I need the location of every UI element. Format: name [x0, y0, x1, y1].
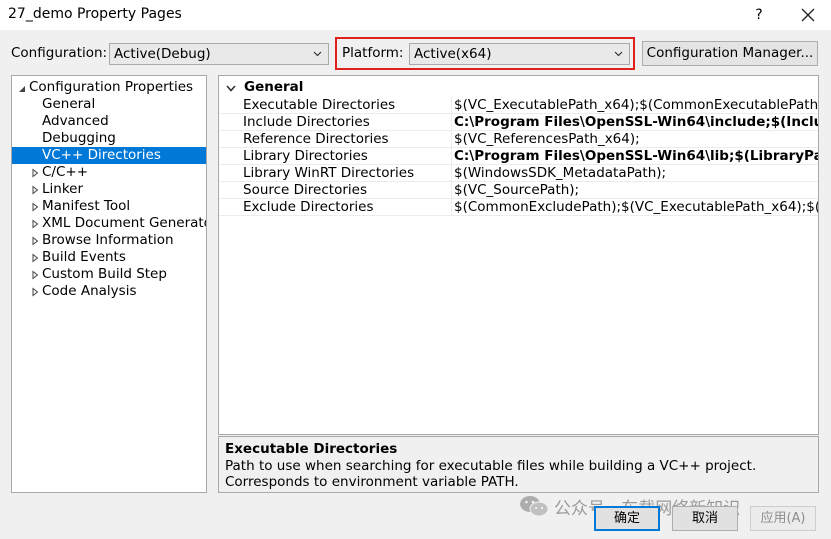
expand-triangle-icon[interactable]: [30, 168, 40, 178]
collapse-triangle-icon[interactable]: [17, 84, 27, 94]
expand-triangle-icon[interactable]: [30, 236, 40, 246]
grid-row-library-directories[interactable]: Library Directories C:\Program Files\Ope…: [219, 148, 818, 165]
chevron-down-icon: [614, 51, 623, 57]
description-panel: Executable Directories Path to use when …: [218, 436, 819, 493]
title-bar: 27_demo Property Pages ?: [0, 0, 831, 30]
tree-item-custom-build-step[interactable]: Custom Build Step: [42, 266, 167, 283]
description-title: Executable Directories: [225, 441, 398, 457]
tree-root-configuration-properties[interactable]: Configuration Properties: [29, 79, 193, 96]
platform-label: Platform:: [342, 45, 404, 61]
help-button[interactable]: ?: [748, 4, 770, 26]
tree-item-code-analysis[interactable]: Code Analysis: [42, 283, 136, 300]
tree-item-manifest-tool[interactable]: Manifest Tool: [42, 198, 130, 215]
tree-item-browse-information[interactable]: Browse Information: [42, 232, 174, 249]
platform-value: Active(x64): [414, 46, 492, 62]
tree-item-xml-document-generator[interactable]: XML Document Generator: [42, 215, 206, 232]
grid-row-executable-directories[interactable]: Executable Directories $(VC_ExecutablePa…: [219, 97, 818, 114]
grid-section-title: General: [244, 79, 304, 95]
tree-item-c-cpp[interactable]: C/C++: [42, 164, 88, 181]
tree-item-build-events[interactable]: Build Events: [42, 249, 126, 266]
grid-row-exclude-directories[interactable]: Exclude Directories $(CommonExcludePath)…: [219, 199, 818, 216]
expand-triangle-icon[interactable]: [30, 219, 40, 229]
tree-item-general[interactable]: General: [42, 96, 95, 113]
grid-row-source-directories[interactable]: Source Directories $(VC_SourcePath);: [219, 182, 818, 199]
tree-item-vc-directories-selected[interactable]: VC++ Directories: [12, 147, 206, 164]
configuration-label: Configuration:: [11, 45, 108, 61]
configuration-dropdown[interactable]: Active(Debug): [109, 43, 329, 65]
configuration-manager-button[interactable]: Configuration Manager...: [642, 41, 818, 66]
grid-row-name: Exclude Directories: [243, 199, 374, 215]
grid-row-name: Library WinRT Directories: [243, 165, 415, 181]
expand-triangle-icon[interactable]: [30, 202, 40, 212]
chevron-down-icon[interactable]: [226, 83, 236, 93]
expand-triangle-icon[interactable]: [30, 185, 40, 195]
chevron-down-icon: [313, 51, 322, 57]
cancel-button[interactable]: 取消: [672, 506, 738, 531]
grid-row-name: Include Directories: [243, 114, 370, 130]
close-icon: [801, 8, 815, 22]
apply-button[interactable]: 应用(A): [750, 506, 816, 531]
grid-row-name: Source Directories: [243, 182, 367, 198]
grid-row-reference-directories[interactable]: Reference Directories $(VC_ReferencesPat…: [219, 131, 818, 148]
expand-triangle-icon[interactable]: [30, 253, 40, 263]
grid-row-value[interactable]: $(WindowsSDK_MetadataPath);: [454, 165, 666, 182]
grid-row-name: Executable Directories: [243, 97, 396, 113]
grid-row-name: Reference Directories: [243, 131, 389, 147]
property-tree[interactable]: Configuration Properties General Advance…: [11, 75, 207, 493]
expand-triangle-icon[interactable]: [30, 287, 40, 297]
grid-row-value[interactable]: $(VC_ReferencesPath_x64);: [454, 131, 640, 148]
tree-item-debugging[interactable]: Debugging: [42, 130, 116, 147]
grid-row-value[interactable]: C:\Program Files\OpenSSL-Win64\lib;$(Lib…: [454, 148, 818, 165]
grid-section-header[interactable]: General: [219, 79, 818, 97]
close-button[interactable]: [796, 4, 820, 26]
tree-item-advanced[interactable]: Advanced: [42, 113, 109, 130]
property-grid[interactable]: General Executable Directories $(VC_Exec…: [218, 75, 819, 435]
grid-row-value[interactable]: $(CommonExcludePath);$(VC_ExecutablePath…: [454, 199, 818, 216]
grid-row-include-directories[interactable]: Include Directories C:\Program Files\Ope…: [219, 114, 818, 131]
grid-row-value[interactable]: C:\Program Files\OpenSSL-Win64\include;$…: [454, 114, 818, 131]
platform-dropdown[interactable]: Active(x64): [409, 43, 630, 65]
grid-row-value[interactable]: $(VC_ExecutablePath_x64);$(CommonExecuta…: [454, 97, 818, 114]
wechat-icon: [520, 496, 549, 517]
grid-row-name: Library Directories: [243, 148, 368, 164]
grid-row-library-winrt-directories[interactable]: Library WinRT Directories $(WindowsSDK_M…: [219, 165, 818, 182]
tree-item-label: VC++ Directories: [42, 147, 161, 163]
ok-button[interactable]: 确定: [594, 506, 660, 531]
tree-item-linker[interactable]: Linker: [42, 181, 83, 198]
configuration-value: Active(Debug): [114, 46, 211, 62]
expand-triangle-icon[interactable]: [30, 270, 40, 280]
grid-row-value[interactable]: $(VC_SourcePath);: [454, 182, 579, 199]
window-title: 27_demo Property Pages: [8, 6, 182, 22]
description-text: Path to use when searching for executabl…: [225, 458, 757, 490]
